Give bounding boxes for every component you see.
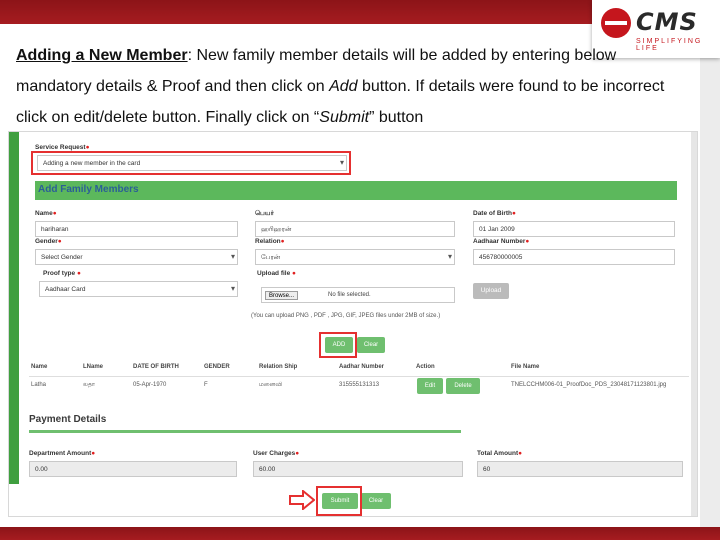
th-aadhar: Aadhar Number [339, 364, 385, 370]
td-aadhar: 315555131313 [339, 382, 380, 388]
add-button-highlight [319, 332, 357, 358]
td-filename: TNELCCHM006-01_ProofDoc_PDS_230481711238… [511, 382, 667, 388]
service-request-highlight [31, 151, 351, 175]
td-relation: மனைவி [259, 382, 283, 388]
th-dob: DATE OF BIRTH [133, 364, 179, 370]
upload-note: (You can upload PNG , PDF , JPG, GIF, JP… [251, 313, 441, 319]
th-relation: Relation Ship [259, 364, 298, 370]
table-header-divider [29, 376, 689, 377]
proof-type-label: Proof type ● [43, 270, 81, 277]
submit-button-highlight [316, 486, 362, 516]
th-gender: GENDER [204, 364, 230, 370]
left-accent-strip [9, 132, 19, 484]
name-tamil-input[interactable]: ஹரிஹரன் [255, 221, 455, 237]
payment-details-title: Payment Details [29, 414, 107, 425]
instructions-title: Adding a New Member [16, 47, 188, 64]
total-amount-input[interactable]: 60 [477, 461, 683, 477]
total-amount-label: Total Amount● [477, 450, 523, 457]
file-name-text: No file selected. [328, 292, 371, 298]
th-lname: LName [83, 364, 104, 370]
td-name: Latha [31, 382, 47, 388]
service-request-label: Service Request● [35, 144, 90, 151]
dob-input[interactable]: 01 Jan 2009 [473, 221, 675, 237]
file-upload-input[interactable]: Browse... No file selected. [261, 287, 455, 303]
td-gender: F [204, 382, 208, 388]
payment-divider [29, 430, 461, 433]
name-tamil-label: பெயர் [255, 210, 274, 217]
clear-button[interactable]: Clear [357, 337, 385, 353]
slide-bottom-bar [0, 527, 720, 540]
name-input[interactable]: hariharan [35, 221, 238, 237]
instructions-text: Adding a New Member: New family member d… [16, 40, 666, 133]
relation-label: Relation● [255, 238, 285, 245]
dept-amount-input[interactable]: 0.00 [29, 461, 237, 477]
section-title-add-family: Add Family Members [35, 181, 677, 200]
user-charges-input[interactable]: 60.00 [253, 461, 463, 477]
user-charges-label: User Charges● [253, 450, 300, 457]
edit-button[interactable]: Edit [417, 378, 443, 394]
gender-label: Gender● [35, 238, 62, 245]
pointing-arrow-icon [289, 490, 315, 510]
aadhar-label: Aadhaar Number● [473, 238, 530, 245]
slide-right-strip [700, 24, 720, 527]
instructions-submit-word: Submit [319, 109, 370, 126]
name-label: Name● [35, 210, 57, 217]
dob-label: Date of Birth● [473, 210, 516, 217]
payment-clear-button[interactable]: Clear [361, 493, 391, 509]
upload-button[interactable]: Upload [473, 283, 509, 299]
td-lname: லதா [83, 382, 96, 388]
proof-type-select[interactable]: Aadhaar Card [39, 281, 238, 297]
delete-button[interactable]: Delete [446, 378, 480, 394]
scrollbar[interactable] [691, 132, 697, 516]
th-action: Action [416, 364, 435, 370]
aadhar-input[interactable]: 456780000005 [473, 249, 675, 265]
form-screenshot: Service Request● Adding a new member in … [8, 131, 698, 517]
logo-name: CMS [636, 8, 698, 36]
th-filename: File Name [511, 364, 540, 370]
upload-label: Upload file ● [257, 270, 296, 277]
logo-mark-icon [601, 8, 631, 38]
instructions-part3: ” button [369, 109, 424, 126]
gender-select[interactable]: Select Gender [35, 249, 238, 265]
dept-amount-label: Department Amount● [29, 450, 96, 457]
th-name: Name [31, 364, 48, 370]
instructions-add-word: Add [329, 78, 358, 95]
td-dob: 05-Apr-1970 [133, 382, 167, 388]
relation-select[interactable]: பேரன் [255, 249, 455, 265]
browse-button[interactable]: Browse... [265, 291, 299, 300]
